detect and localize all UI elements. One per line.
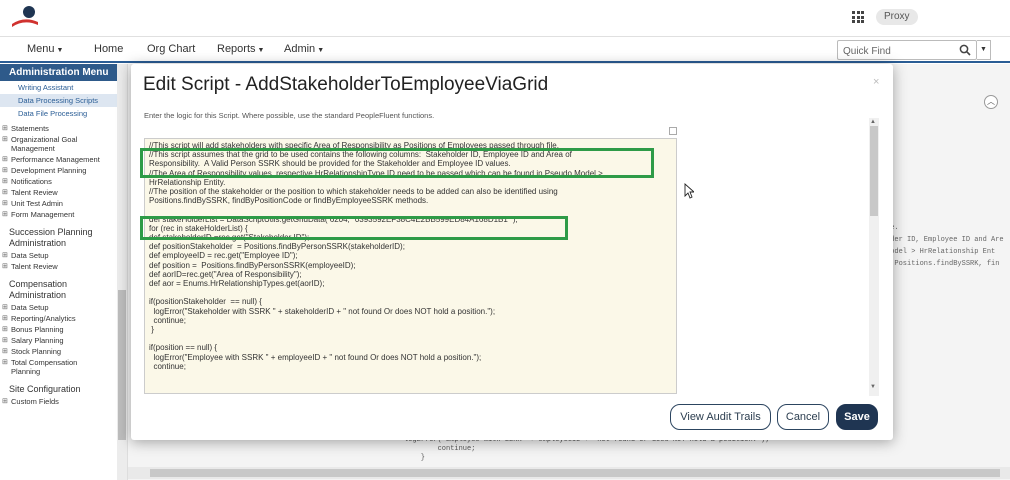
scroll-down-icon[interactable]: ▼	[870, 384, 876, 390]
sidebar-item-data-file-processing[interactable]: Data File Processing	[0, 107, 127, 120]
expand-icon: ⊞	[2, 167, 8, 174]
sidebar-item-talent-review[interactable]: ⊞ Talent Review	[0, 187, 127, 198]
expand-icon: ⊞	[2, 348, 8, 355]
sidebar-item-total-comp[interactable]: ⊞ Total Compensation Planning	[0, 357, 100, 377]
chevron-down-icon: ▼	[257, 47, 265, 54]
expand-icon: ⊞	[2, 136, 8, 143]
expand-icon: ⊞	[2, 211, 8, 218]
sidebar-item-statements[interactable]: ⊞ Statements	[0, 123, 127, 134]
quick-find-input[interactable]	[838, 42, 948, 61]
expand-icon: ⊞	[2, 263, 8, 270]
expand-icon: ⊞	[2, 315, 8, 322]
sidebar-item-comp-data-setup[interactable]: ⊞ Data Setup	[0, 302, 127, 313]
sidebar-item-development[interactable]: ⊞ Development Planning	[0, 165, 127, 176]
script-editor[interactable]: //This script will add stakeholders with…	[144, 138, 677, 394]
expand-icon: ⊞	[2, 359, 8, 366]
expand-icon: ⊞	[2, 178, 8, 185]
expand-icon: ⊞	[2, 337, 8, 344]
sidebar-item-salary[interactable]: ⊞ Salary Planning	[0, 335, 127, 346]
company-logo-icon[interactable]	[10, 4, 40, 32]
chevron-down-icon: ▼	[317, 47, 325, 54]
sidebar-item-talent-review-2[interactable]: ⊞ Talent Review	[0, 261, 127, 272]
mouse-cursor-icon	[684, 183, 694, 199]
script-code[interactable]: //This script will add stakeholders with…	[149, 141, 603, 371]
sidebar-item-organizational-goal[interactable]: ⊞ Organizational Goal Management	[0, 134, 100, 154]
quick-find-dropdown[interactable]: ▼	[977, 40, 991, 60]
background-code-fragment: le. lder ID, Employee ID and Are Model >…	[886, 224, 1004, 268]
sidebar-item-notifications[interactable]: ⊞ Notifications	[0, 176, 127, 187]
edit-script-modal: Edit Script - AddStakeholderToEmployeeVi…	[131, 64, 893, 440]
sidebar-title: Administration Menu	[0, 64, 127, 81]
nav-home[interactable]: Home	[94, 43, 123, 55]
sidebar-item-performance[interactable]: ⊞ Performance Management	[0, 154, 100, 165]
sidebar-item-data-setup[interactable]: ⊞ Data Setup	[0, 250, 127, 261]
expand-icon: ⊞	[2, 189, 8, 196]
search-icon[interactable]	[959, 44, 971, 56]
sidebar-item-stock[interactable]: ⊞ Stock Planning	[0, 346, 127, 357]
proxy-badge[interactable]: Proxy	[876, 9, 918, 25]
sidebar-scroll-thumb[interactable]	[118, 290, 126, 440]
sidebar-item-data-processing-scripts[interactable]: Data Processing Scripts	[0, 94, 127, 107]
sidebar-item-unit-test[interactable]: ⊞ Unit Test Admin	[0, 198, 127, 209]
nav-reports[interactable]: Reports ▼	[217, 43, 264, 55]
scroll-up-icon[interactable]: ▲	[870, 119, 876, 125]
modal-description: Enter the logic for this Script. Where p…	[144, 111, 435, 120]
modal-title: Edit Script - AddStakeholderToEmployeeVi…	[143, 74, 549, 95]
top-bar: Proxy	[0, 0, 1010, 37]
nav-admin[interactable]: Admin ▼	[284, 43, 324, 55]
view-audit-trails-button[interactable]: View Audit Trails	[670, 404, 771, 430]
sidebar-section-site: Site Configuration	[9, 384, 81, 394]
sidebar-item-bonus[interactable]: ⊞ Bonus Planning	[0, 324, 127, 335]
expand-icon: ⊞	[2, 252, 8, 259]
save-button[interactable]: Save	[836, 404, 878, 430]
close-icon[interactable]: ×	[873, 76, 879, 88]
background-code: logError( Employee with SSRK + employeeI…	[404, 436, 770, 462]
expand-editor-icon[interactable]	[669, 127, 677, 135]
expand-icon: ⊞	[2, 156, 8, 163]
expand-icon: ⊞	[2, 200, 8, 207]
cancel-button[interactable]: Cancel	[777, 404, 829, 430]
sidebar-section-succession: Succession Planning Administration	[9, 227, 93, 248]
nav-menu[interactable]: Menu ▼	[27, 43, 63, 55]
expand-icon: ⊞	[2, 398, 8, 405]
sidebar-item-form-management[interactable]: ⊞ Form Management	[0, 209, 127, 220]
chevron-down-icon: ▼	[56, 47, 64, 54]
quick-find	[837, 40, 977, 61]
expand-icon: ⊞	[2, 304, 8, 311]
expand-icon: ⊞	[2, 326, 8, 333]
modal-scroll-thumb[interactable]	[870, 126, 878, 216]
expand-icon: ⊞	[2, 125, 8, 132]
sidebar: Administration Menu Writing Assistant Da…	[0, 64, 128, 480]
page-horizontal-scroll-thumb[interactable]	[150, 469, 1000, 477]
sidebar-item-reporting[interactable]: ⊞ Reporting/Analytics	[0, 313, 127, 324]
sidebar-item-custom-fields[interactable]: ⊞ Custom Fields	[0, 396, 127, 407]
chevron-down-icon: ▼	[980, 46, 987, 53]
app-launcher-icon[interactable]	[852, 11, 864, 23]
sidebar-item-writing-assistant[interactable]: Writing Assistant	[0, 81, 127, 94]
collapse-icon[interactable]: ︿	[984, 95, 998, 109]
sidebar-section-compensation: Compensation Administration	[9, 279, 68, 300]
nav-org-chart[interactable]: Org Chart	[147, 43, 195, 55]
